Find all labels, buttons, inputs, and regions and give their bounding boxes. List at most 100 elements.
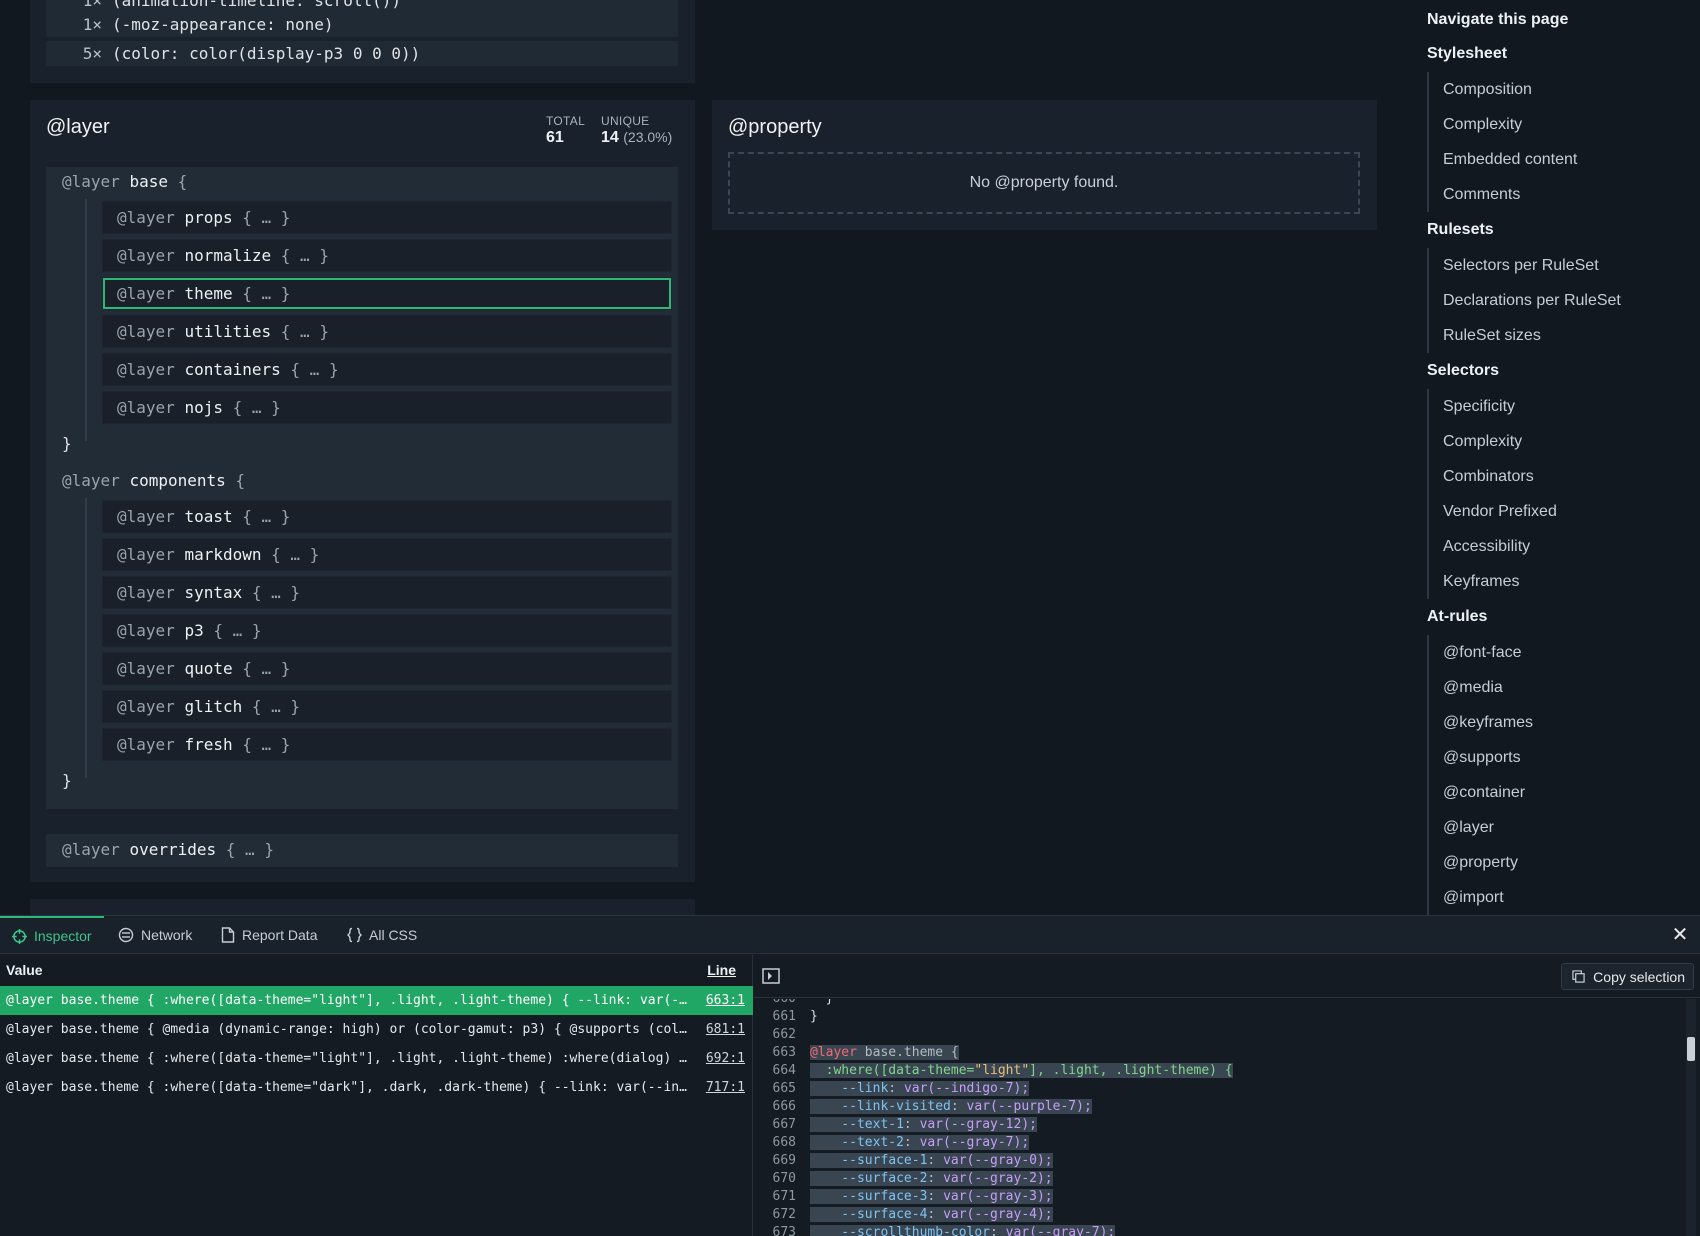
layer-item-containers[interactable]: @layer containers { … } xyxy=(102,353,672,386)
nav-guide xyxy=(1427,248,1429,353)
nav-item-accessibility[interactable]: Accessibility xyxy=(1443,538,1530,556)
media-query: (color: color(display-p3 0 0 0)) xyxy=(112,44,421,63)
layer-group-header: @layer components { xyxy=(62,471,246,490)
nav-item-container[interactable]: @container xyxy=(1443,784,1525,802)
code-line: 660 } xyxy=(754,999,834,1008)
total-value: 61 xyxy=(546,129,564,146)
nav-item-complexity[interactable]: Complexity xyxy=(1443,116,1522,134)
nav-item-keyframes-rule[interactable]: @keyframes xyxy=(1443,714,1533,732)
column-value-header[interactable]: Value xyxy=(6,955,43,985)
code-line: 672 --surface-4: var(--gray-4); xyxy=(772,1207,1053,1222)
line-link[interactable]: 717:1 xyxy=(706,1073,745,1102)
nav-guide xyxy=(1427,389,1429,599)
nav-item-selectors-per-ruleset[interactable]: Selectors per RuleSet xyxy=(1443,257,1599,275)
layer-item-fresh[interactable]: @layer fresh { … } xyxy=(102,728,672,761)
close-icon[interactable]: ✕ xyxy=(1670,925,1690,945)
tab-report-data[interactable]: Report Data xyxy=(221,916,317,954)
table-row[interactable]: @layer base.theme { :where([data-theme="… xyxy=(0,1073,753,1102)
media-query: (-moz-appearance: none) xyxy=(112,15,334,34)
layer-group-header: @layer base { xyxy=(62,172,188,191)
document-icon xyxy=(221,927,235,943)
code-line: 668 --text-2: var(--gray-7); xyxy=(772,1135,1030,1150)
nav-guide xyxy=(1427,635,1429,915)
unique-percent: (23.0%) xyxy=(623,129,673,145)
nesting-guide xyxy=(85,498,87,778)
toggle-panel-icon[interactable] xyxy=(762,968,780,984)
layer-group-base: @layer base { @layer props { … } @layer … xyxy=(46,167,678,473)
layer-item-glitch[interactable]: @layer glitch { … } xyxy=(102,690,672,723)
nav-item-selector-complexity[interactable]: Complexity xyxy=(1443,433,1522,451)
layer-item-props[interactable]: @layer props { … } xyxy=(102,201,672,234)
layer-item-theme[interactable]: @layer theme { … } xyxy=(102,277,672,310)
network-icon xyxy=(118,927,134,943)
media-count: 5× xyxy=(82,44,102,63)
line-link[interactable]: 681:1 xyxy=(706,1015,745,1044)
copy-icon xyxy=(1572,970,1585,983)
nav-section-selectors[interactable]: Selectors xyxy=(1427,362,1499,380)
layer-group-close: } xyxy=(62,434,72,453)
tab-network[interactable]: Network xyxy=(118,916,192,954)
layer-item-quote[interactable]: @layer quote { … } xyxy=(102,652,672,685)
nav-item-property[interactable]: @property xyxy=(1443,854,1518,872)
nav-section-at-rules[interactable]: At-rules xyxy=(1427,608,1487,626)
tab-inspector[interactable]: Inspector xyxy=(0,916,104,954)
line-link[interactable]: 663:1 xyxy=(706,986,745,1015)
table-row[interactable]: @layer base.theme { :where([data-theme="… xyxy=(0,1044,753,1073)
nav-item-ruleset-sizes[interactable]: RuleSet sizes xyxy=(1443,327,1541,345)
code-line: 666 --link-visited: var(--purple-7); xyxy=(772,1099,1092,1114)
layer-item-toast[interactable]: @layer toast { … } xyxy=(102,500,672,533)
nav-item-import[interactable]: @import xyxy=(1443,889,1504,907)
nesting-guide xyxy=(85,199,87,441)
code-line: 663 @layer base.theme { xyxy=(772,1045,959,1060)
nav-item-specificity[interactable]: Specificity xyxy=(1443,398,1515,416)
copy-selection-button[interactable]: Copy selection xyxy=(1561,963,1694,990)
layer-item-nojs[interactable]: @layer nojs { … } xyxy=(102,391,672,424)
line-link[interactable]: 692:1 xyxy=(706,1044,745,1073)
code-line: 665 --link: var(--indigo-7); xyxy=(772,1081,1030,1096)
layer-item-markdown[interactable]: @layer markdown { … } xyxy=(102,538,672,571)
nav-item-comments[interactable]: Comments xyxy=(1443,186,1520,204)
nav-item-declarations-per-ruleset[interactable]: Declarations per RuleSet xyxy=(1443,292,1621,310)
nav-item-layer[interactable]: @layer xyxy=(1443,819,1494,837)
nav-item-composition[interactable]: Composition xyxy=(1443,81,1532,99)
layer-item-normalize[interactable]: @layer normalize { … } xyxy=(102,239,672,272)
layer-group-close: } xyxy=(62,771,72,790)
layer-item-utilities[interactable]: @layer utilities { … } xyxy=(102,315,672,348)
nav-item-combinators[interactable]: Combinators xyxy=(1443,468,1534,486)
layer-group-components: @layer components { @layer toast { … } @… xyxy=(46,466,678,809)
report-main: 1× (animation-timeline: scroll()) 1× (-moz… xyxy=(0,0,1400,915)
devtools-tabbar: Inspector Network Report Data All CSS ✕ xyxy=(0,916,1700,954)
nav-item-font-face[interactable]: @font-face xyxy=(1443,644,1522,662)
nav-guide xyxy=(1427,72,1429,212)
nav-item-media[interactable]: @media xyxy=(1443,679,1503,697)
code-scrollbar[interactable] xyxy=(1686,999,1696,1236)
nav-item-keyframes[interactable]: Keyframes xyxy=(1443,573,1519,591)
property-card: @property No @property found. xyxy=(712,100,1377,230)
table-row[interactable]: @layer base.theme { :where([data-theme="… xyxy=(0,986,753,1015)
column-line-header[interactable]: Line xyxy=(707,955,736,985)
layer-item-syntax[interactable]: @layer syntax { … } xyxy=(102,576,672,609)
nav-section-rulesets[interactable]: Rulesets xyxy=(1427,221,1494,239)
page-navigation: Navigate this page Stylesheet Compositio… xyxy=(1427,0,1700,915)
media-card: 1× (animation-timeline: scroll()) 1× (-moz… xyxy=(30,0,695,83)
layer-item-p3[interactable]: @layer p3 { … } xyxy=(102,614,672,647)
devtools-panel: Inspector Network Report Data All CSS ✕ … xyxy=(0,915,1700,1236)
next-card xyxy=(30,899,695,915)
code-line: 670 --surface-2: var(--gray-2); xyxy=(772,1171,1053,1186)
code-line: 669 --surface-1: var(--gray-0); xyxy=(772,1153,1053,1168)
code-toolbar: Copy selection xyxy=(754,955,1700,998)
scroll-thumb[interactable] xyxy=(1687,1037,1695,1061)
tab-all-css[interactable]: All CSS xyxy=(347,916,417,954)
nav-section-stylesheet[interactable]: Stylesheet xyxy=(1427,45,1507,63)
nav-item-supports[interactable]: @supports xyxy=(1443,749,1521,767)
media-query: (animation-timeline: scroll()) xyxy=(112,0,401,10)
media-row: 1× (-moz-appearance: none) xyxy=(46,12,678,37)
unique-value: 14 (23.0%) xyxy=(601,129,673,146)
layer-item-overrides[interactable]: @layer overrides { … } xyxy=(46,834,678,867)
table-row[interactable]: @layer base.theme { @media (dynamic-rang… xyxy=(0,1015,753,1044)
nav-item-embedded-content[interactable]: Embedded content xyxy=(1443,151,1577,169)
code-line: 661} xyxy=(772,1009,818,1024)
code-line: 673 --scrollthumb-color: var(--gray-7); xyxy=(754,1224,1116,1236)
nav-item-vendor-prefixed[interactable]: Vendor Prefixed xyxy=(1443,503,1557,521)
layer-card-title: @layer xyxy=(46,116,110,138)
